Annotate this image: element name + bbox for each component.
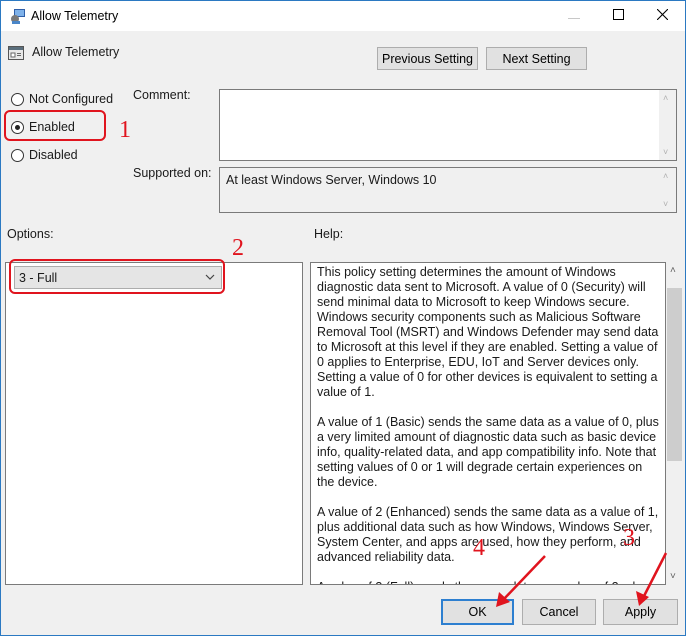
comment-scrollbar[interactable]: ˄ ˅ <box>659 90 676 160</box>
apply-button[interactable]: Apply <box>603 599 678 625</box>
radio-button[interactable] <box>11 92 24 106</box>
scroll-up-icon[interactable]: ˄ <box>663 171 668 181</box>
scroll-down-icon[interactable]: ˅ <box>670 571 676 582</box>
policy-editor-icon <box>10 8 26 24</box>
annotation-step-1: 1 <box>119 117 131 143</box>
previous-setting-button[interactable]: Previous Setting <box>377 47 478 70</box>
help-label: Help: <box>314 227 344 241</box>
help-text-panel: This policy setting determines the amoun… <box>310 262 666 585</box>
ok-button[interactable]: OK <box>441 599 514 625</box>
help-text: This policy setting determines the amoun… <box>317 265 663 584</box>
maximize-icon <box>612 9 624 23</box>
annotation-step-2: 2 <box>232 235 244 261</box>
supported-on-field: At least Windows Server, Windows 10 ˄ ˅ <box>219 167 677 213</box>
scroll-up-icon[interactable]: ˄ <box>670 265 676 276</box>
scroll-up-icon[interactable]: ˄ <box>663 93 668 103</box>
help-paragraph: A value of 2 (Enhanced) sends the same d… <box>317 505 659 564</box>
help-scrollbar[interactable]: ˄ ˅ <box>666 262 683 585</box>
next-setting-button[interactable]: Next Setting <box>486 47 587 70</box>
annotation-step-4: 4 <box>473 535 485 561</box>
comment-textarea[interactable]: ˄ ˅ <box>219 89 677 161</box>
annotation-highlight-dropdown <box>9 259 225 294</box>
radio-not-configured[interactable]: Not Configured <box>11 92 113 106</box>
scrollbar-thumb[interactable] <box>667 287 682 462</box>
radio-label: Disabled <box>29 148 78 162</box>
window-title: Allow Telemetry <box>31 9 119 23</box>
maximize-button[interactable] <box>595 1 641 31</box>
radio-disabled[interactable]: Disabled <box>11 148 78 162</box>
close-icon <box>656 8 668 23</box>
options-label: Options: <box>7 227 54 241</box>
radio-label: Not Configured <box>29 92 114 106</box>
options-panel <box>5 262 303 585</box>
minimize-icon <box>568 9 580 23</box>
help-paragraph: A value of 3 (Full) sends the same data … <box>317 580 663 584</box>
comment-label: Comment: <box>133 88 191 102</box>
help-paragraph: This policy setting determines the amoun… <box>317 265 659 399</box>
annotation-step-3: 3 <box>623 525 635 551</box>
scroll-down-icon[interactable]: ˅ <box>663 147 668 157</box>
policy-setting-icon <box>8 45 24 61</box>
policy-title: Allow Telemetry <box>32 45 120 59</box>
minimize-button[interactable] <box>551 1 597 31</box>
radio-button[interactable] <box>11 148 24 162</box>
annotation-highlight-enabled <box>4 110 106 141</box>
scroll-down-icon[interactable]: ˅ <box>663 199 668 209</box>
cancel-button[interactable]: Cancel <box>522 599 596 625</box>
supported-on-label: Supported on: <box>133 166 212 180</box>
title-bar: Allow Telemetry <box>1 1 685 31</box>
close-button[interactable] <box>639 1 685 31</box>
help-paragraph: A value of 1 (Basic) sends the same data… <box>317 415 659 489</box>
supported-on-value: At least Windows Server, Windows 10 <box>226 173 437 187</box>
dialog-window: Allow Telemetry Allow Telemetry Previous… <box>0 0 686 636</box>
supported-scrollbar[interactable]: ˄ ˅ <box>659 168 676 212</box>
